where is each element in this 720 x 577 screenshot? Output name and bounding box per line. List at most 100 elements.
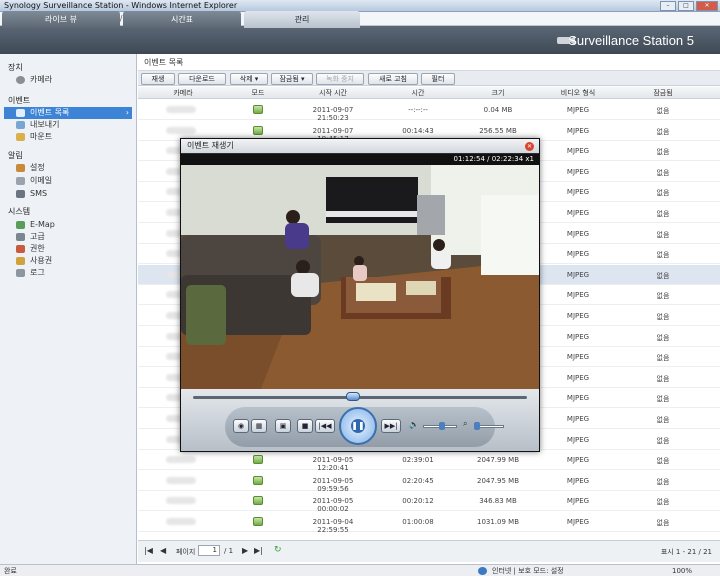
zoom-thumb[interactable] <box>474 422 480 430</box>
sidebar-item-label: 권한 <box>30 244 45 253</box>
mode-icon <box>253 517 263 526</box>
table-row[interactable]: 2011-09-04 22:59:55 01:00:08 1031.09 MB MJP… <box>138 512 720 534</box>
format-cell: MJPEG <box>566 394 590 403</box>
camera-name-redacted <box>166 518 196 525</box>
start-time-cell: 2011-09-07 21:50:23 <box>312 106 354 122</box>
player-controls: ◉ ▦ ▣ ■ |◀◀ ❚❚ ▶▶| 🔈 ⌕ <box>181 389 539 451</box>
sidebar-item-label: 고급 <box>30 232 45 241</box>
zoom-level[interactable]: 100% <box>672 565 692 577</box>
play-button[interactable]: 재생 <box>141 73 175 85</box>
format-cell: MJPEG <box>566 312 590 320</box>
tab-live-view[interactable]: 라이브 뷰 <box>2 11 120 28</box>
download-button[interactable]: 다운로드 <box>178 73 226 85</box>
format-cell: MJPEG <box>566 373 590 382</box>
panel-title: 이벤트 목록 <box>144 58 184 67</box>
snapshot-button[interactable]: ◉ <box>233 419 249 433</box>
page-summary: 표시 1 - 21 / 21 <box>660 548 712 556</box>
sidebar-item-event-list[interactable]: 이벤트 목록 › <box>4 107 132 119</box>
refresh-icon[interactable]: ↻ <box>274 545 282 555</box>
table-row[interactable]: 2011-09-07 21:50:23 --:--:-- 0.04 MB MJPEG 없… <box>138 100 720 122</box>
format-cell: MJPEG <box>566 126 590 135</box>
column-start-time[interactable]: 시작 시간 <box>298 88 368 98</box>
stop-recording-button[interactable]: 녹화 중지 <box>316 73 364 85</box>
last-page-button[interactable]: ▶| <box>254 546 263 555</box>
close-window-button[interactable]: ✕ <box>696 1 718 11</box>
seek-thumb[interactable] <box>346 392 361 401</box>
table-row[interactable]: 2011-09-05 00:00:02 00:20:12 346.83 MB MJPE… <box>138 491 720 513</box>
start-time-cell: 2011-09-04 22:59:55 <box>312 518 354 534</box>
chevron-right-icon: › <box>125 108 129 117</box>
duration-cell: 02:20:45 <box>402 476 434 485</box>
prev-page-button[interactable]: ◀ <box>160 546 166 555</box>
fast-forward-button[interactable]: ▶▶| <box>381 419 401 433</box>
locked-cell: 없음 <box>656 333 670 342</box>
format-cell: MJPEG <box>566 188 590 197</box>
refresh-button[interactable]: 새로 고침 <box>368 73 418 85</box>
column-mode[interactable]: 모드 <box>238 88 278 98</box>
format-cell: MJPEG <box>566 332 590 341</box>
sidebar-item-sms[interactable]: SMS <box>14 188 132 200</box>
delete-button[interactable]: 삭제 ▾ <box>230 73 268 85</box>
column-camera[interactable]: 카메라 <box>158 88 208 98</box>
camera-name-redacted <box>166 126 196 134</box>
locked-cell: 없음 <box>656 436 670 445</box>
minimize-button[interactable]: – <box>660 1 676 11</box>
locked-cell: 없음 <box>656 168 670 177</box>
key-icon <box>16 245 25 253</box>
sidebar-item-label: 로그 <box>30 268 45 277</box>
tab-timeline[interactable]: 시간표 <box>123 11 241 28</box>
player-close-button[interactable]: ✕ <box>525 142 534 151</box>
window-title: Synology Surveillance Station - Windows … <box>4 1 238 10</box>
video-frame <box>181 165 539 389</box>
sms-icon <box>16 190 25 198</box>
size-cell: 346.83 MB <box>479 497 517 506</box>
browser-status-bar: 완료 인터넷 | 보호 모드: 설정 100% <box>0 564 720 576</box>
sidebar-item-export[interactable]: 내보내기 <box>14 119 132 131</box>
sidebar-item-camera[interactable]: 카메라 <box>14 74 132 86</box>
sidebar-item-license[interactable]: 사용권 <box>14 255 132 267</box>
camera-button[interactable]: ▣ <box>275 419 291 433</box>
table-row[interactable]: 2011-09-05 09:59:56 02:20:45 2047.95 MB MJP… <box>138 471 720 493</box>
locked-cell: 없음 <box>656 127 670 136</box>
brand-title: Surveillance Station 5 <box>568 33 694 48</box>
sidebar-item-mount[interactable]: 마운트 <box>14 131 132 143</box>
sidebar-item-privileges[interactable]: 권한 <box>14 243 132 255</box>
column-locked[interactable]: 잠금됨 <box>638 88 688 98</box>
sidebar-item-advanced[interactable]: 고급 <box>14 231 132 243</box>
rewind-button[interactable]: |◀◀ <box>315 419 335 433</box>
next-page-button[interactable]: ▶ <box>242 546 248 555</box>
format-cell: MJPEG <box>566 229 590 238</box>
lock-button[interactable]: 잠금됨 ▾ <box>271 73 313 85</box>
format-cell: MJPEG <box>566 167 590 176</box>
wrench-icon <box>16 164 25 172</box>
tab-management[interactable]: 관리 <box>244 11 360 28</box>
sidebar-item-emap[interactable]: E-Map <box>14 219 132 231</box>
camera-name-redacted <box>166 497 196 505</box>
first-page-button[interactable]: |◀ <box>144 546 153 555</box>
size-cell: 2047.99 MB <box>476 456 519 465</box>
sidebar-item-log[interactable]: 로그 <box>14 267 132 279</box>
maximize-button[interactable]: □ <box>678 1 694 11</box>
filter-button[interactable]: 필터 <box>421 73 455 85</box>
locked-cell: 없음 <box>656 230 670 239</box>
sidebar-item-settings[interactable]: 설정 <box>14 162 132 174</box>
locked-cell: 없음 <box>656 210 670 218</box>
camera-name-redacted <box>166 456 196 464</box>
column-duration[interactable]: 시간 <box>398 88 438 98</box>
format-cell: MJPEG <box>566 456 590 465</box>
log-icon <box>16 269 25 277</box>
layout-button[interactable]: ▦ <box>251 419 267 433</box>
column-size[interactable]: 크기 <box>468 88 528 98</box>
table-row[interactable]: 2011-09-05 12:20:41 02:39:01 2047.99 MB MJP… <box>138 450 720 472</box>
export-icon <box>16 121 25 129</box>
sidebar-item-email[interactable]: 이메일 <box>14 175 132 187</box>
stop-button[interactable]: ■ <box>297 419 313 433</box>
mode-icon <box>253 455 263 465</box>
page-input[interactable]: 1 <box>198 545 220 556</box>
locked-cell: 없음 <box>656 519 670 527</box>
size-cell: 0.04 MB <box>483 106 513 114</box>
column-video-format[interactable]: 비디오 형식 <box>538 88 618 98</box>
mode-icon <box>253 105 263 114</box>
sidebar-item-label: 마운트 <box>30 132 53 141</box>
volume-thumb[interactable] <box>438 422 445 430</box>
